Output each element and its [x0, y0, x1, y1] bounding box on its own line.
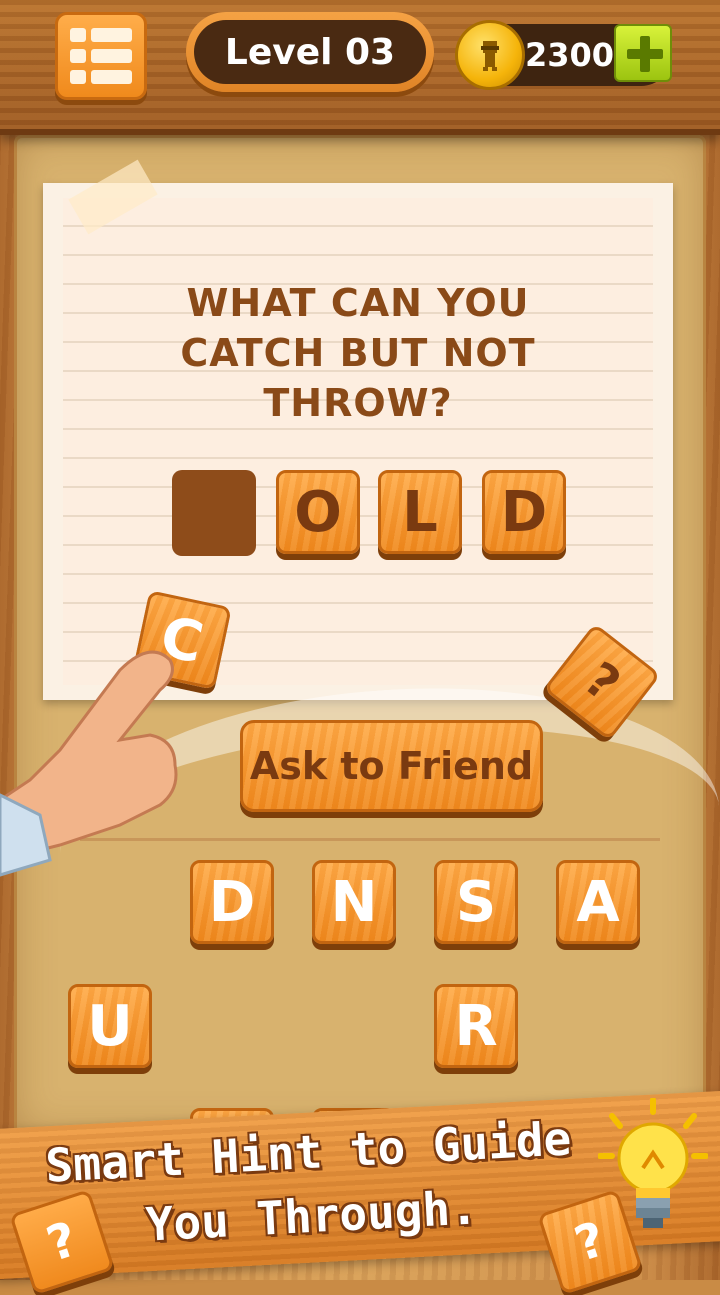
answer-slot[interactable]: D: [482, 470, 566, 554]
coin-amount: 2300: [525, 36, 615, 74]
ask-friend-button[interactable]: Ask to Friend: [240, 720, 543, 812]
menu-icon: [70, 28, 132, 42]
letter-tile[interactable]: N: [312, 860, 396, 944]
menu-button[interactable]: [55, 12, 147, 100]
question-line: WHAT CAN YOU: [186, 281, 530, 325]
coin-icon: [455, 20, 525, 90]
answer-slot[interactable]: L: [378, 470, 462, 554]
letter-tile[interactable]: S: [434, 860, 518, 944]
level-indicator: Level 03: [186, 12, 434, 92]
letter-tile[interactable]: R: [434, 984, 518, 1068]
question-line: THROW?: [263, 381, 453, 425]
letter-tile[interactable]: D: [190, 860, 274, 944]
pointing-hand-icon: [0, 650, 178, 877]
question-line: CATCH BUT NOT: [180, 331, 536, 375]
answer-slot-empty[interactable]: [172, 470, 256, 556]
add-coins-button[interactable]: [614, 24, 672, 82]
letter-tile[interactable]: U: [68, 984, 152, 1068]
answer-slot[interactable]: O: [276, 470, 360, 554]
lightbulb-icon: [598, 1098, 708, 1228]
question-card: [43, 159, 673, 700]
level-label: Level 03: [194, 20, 426, 84]
letter-tile[interactable]: A: [556, 860, 640, 944]
question-text: WHAT CAN YOU CATCH BUT NOT THROW?: [43, 278, 673, 428]
